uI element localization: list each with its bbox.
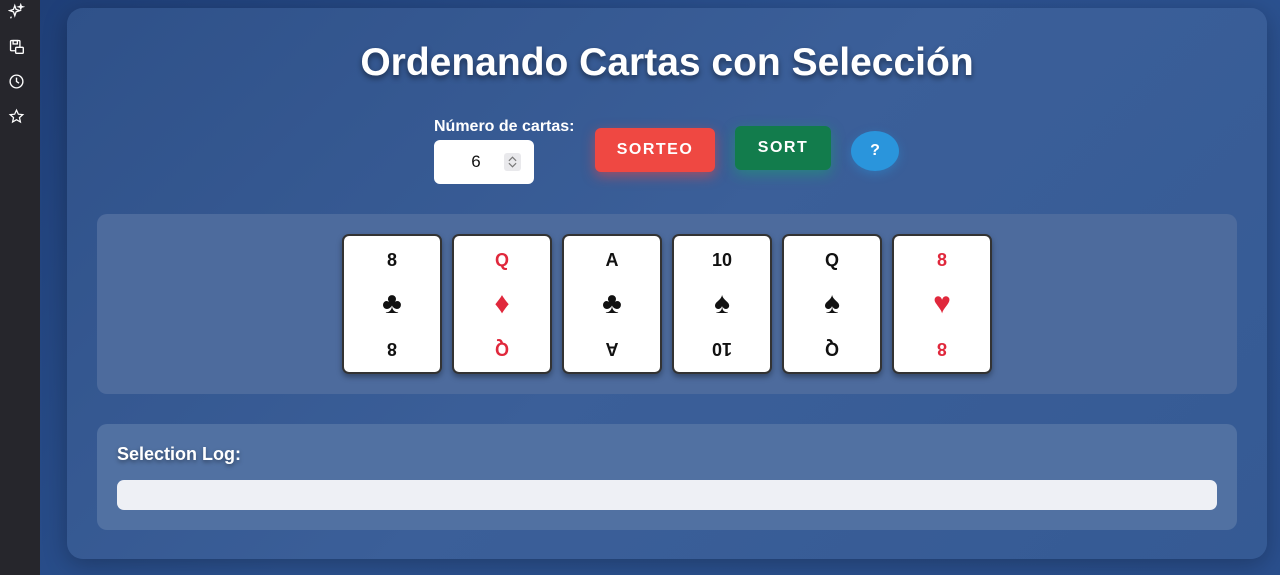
card-rank-top: 8 [936, 250, 947, 270]
card[interactable]: 8 ♥ 8 [892, 234, 992, 374]
selection-log-box [117, 480, 1217, 510]
number-stepper[interactable] [504, 153, 521, 171]
clubs-suit-icon: ♣ [602, 287, 622, 320]
sorteo-button[interactable]: SORTEO [595, 128, 715, 172]
card-rank-bottom: 8 [387, 339, 398, 359]
clubs-suit-icon: ♣ [382, 287, 402, 320]
card-rank-top: A [605, 250, 619, 270]
sort-button[interactable]: SORT [735, 126, 831, 170]
chevron-down-icon[interactable] [508, 162, 517, 168]
card-rank-bottom: 8 [937, 339, 948, 359]
spades-suit-icon: ♠ [714, 287, 730, 320]
card-rank-top: Q [494, 250, 509, 270]
page-title: Ordenando Cartas con Selección [360, 41, 974, 84]
save-icon[interactable] [7, 37, 25, 55]
card-rank-top: 10 [711, 250, 733, 270]
card-count-label: Número de cartas: [434, 118, 575, 135]
card-rank-top: 8 [386, 250, 397, 270]
card[interactable]: A ♣ A [562, 234, 662, 374]
selection-log: Selection Log: [97, 424, 1237, 530]
sidebar [0, 0, 40, 575]
card-rank-bottom: 10 [711, 339, 733, 359]
card[interactable]: Q ♠ Q [782, 234, 882, 374]
app-stage: Ordenando Cartas con Selección Número de… [40, 0, 1280, 575]
card-rank-bottom: Q [825, 339, 840, 359]
card[interactable]: 8 ♣ 8 [342, 234, 442, 374]
card[interactable]: Q ♦ Q [452, 234, 552, 374]
card[interactable]: 10 ♠ 10 [672, 234, 772, 374]
main-panel: Ordenando Cartas con Selección Número de… [67, 8, 1267, 559]
diamonds-suit-icon: ♦ [494, 287, 510, 320]
star-icon[interactable] [7, 107, 25, 125]
sparkle-icon[interactable] [7, 2, 25, 20]
card-area: 8 ♣ 8 Q ♦ Q A ♣ A 10 ♠ 10 Q ♠ Q 8 ♥ 8 [97, 214, 1237, 394]
card-rank-bottom: Q [495, 339, 510, 359]
history-icon[interactable] [7, 72, 25, 90]
card-rank-top: Q [824, 250, 839, 270]
spades-suit-icon: ♠ [824, 287, 840, 320]
selection-log-title: Selection Log: [117, 444, 242, 464]
help-button[interactable]: ? [851, 131, 899, 171]
hearts-suit-icon: ♥ [933, 287, 951, 320]
card-count-input[interactable]: 6 [434, 140, 534, 184]
card-rank-bottom: A [605, 339, 619, 359]
